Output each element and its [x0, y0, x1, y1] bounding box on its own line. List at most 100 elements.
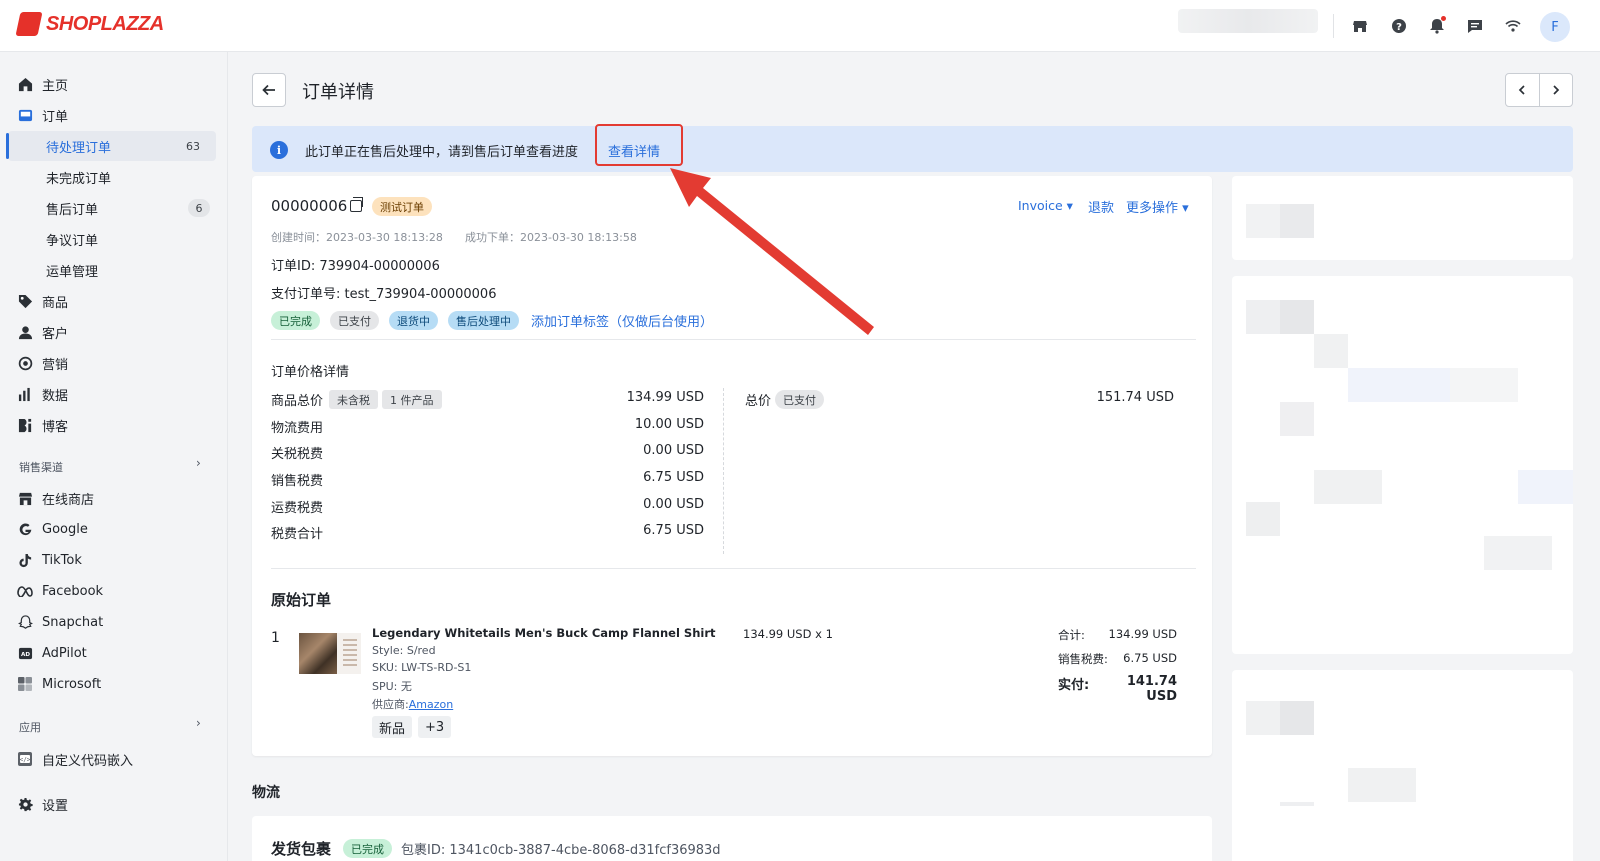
sidebar-item-label: 数据 [42, 388, 69, 404]
prev-order-button[interactable] [1506, 74, 1539, 106]
blur-tile [1484, 536, 1552, 570]
product-tag-chip: 新品 [372, 716, 413, 738]
add-order-tag-link[interactable]: 添加订单标签（仅做后台使用） [531, 311, 713, 330]
count-badge: 63 [186, 139, 200, 153]
more-actions-dropdown[interactable]: 更多操作 ▾ [1126, 197, 1189, 216]
section-title-apps: 应用 [19, 721, 41, 734]
price-label: 运费税费 [271, 501, 324, 516]
package-title: 发货包裹 [271, 840, 332, 858]
bell-icon[interactable] [1427, 16, 1447, 36]
brand-logo[interactable]: SHOPLAZZA [15, 12, 164, 36]
original-order-title: 原始订单 [271, 591, 332, 609]
store-icon[interactable] [1350, 16, 1370, 36]
sidebar-item-microsoft[interactable]: Microsoft [0, 669, 228, 699]
sidebar-item-online-store[interactable]: 在线商店 [0, 483, 228, 513]
sidebar-item-unfinished-orders[interactable]: 未完成订单 [0, 162, 228, 192]
blurred-store-name [1178, 9, 1318, 33]
home-icon [17, 76, 33, 92]
copy-icon[interactable] [350, 197, 363, 212]
help-icon[interactable]: ? [1389, 16, 1409, 36]
sidebar-item-blog[interactable]: 博客 [0, 410, 228, 440]
unit-price: 134.99 USD x 1 [743, 627, 833, 641]
sidebar-item-aftersale-orders[interactable]: 售后订单 6 [0, 193, 228, 223]
price-label: 物流费用 [271, 421, 324, 436]
sidebar-item-home[interactable]: 主页 [0, 69, 228, 99]
sidebar-item-pending-orders[interactable]: 待处理订单 63 [6, 131, 216, 161]
blur-tile [1314, 470, 1382, 504]
sidebar-item-label: 商品 [42, 295, 69, 311]
tax-excluded-badge: 未含税 [329, 390, 378, 409]
blur-tile [1450, 368, 1518, 402]
next-order-button[interactable] [1538, 74, 1572, 106]
price-label: 关税税费 [271, 447, 324, 462]
sidebar-item-facebook[interactable]: Facebook [0, 576, 228, 606]
sidebar-item-orders[interactable]: 订单 [0, 100, 228, 130]
sidebar-item-marketing[interactable]: 营销 [0, 348, 228, 378]
subtotal-value: 134.99 USD [1108, 627, 1177, 641]
sidebar-item-products[interactable]: 商品 [0, 286, 228, 316]
refund-button[interactable]: 退款 [1088, 197, 1114, 216]
paid-value: 141.74 USD [1126, 674, 1177, 704]
status-badge-returning: 退货中 [389, 311, 438, 330]
total-value: 151.74 USD [1096, 390, 1174, 405]
item-count-badge: 1 件产品 [382, 390, 442, 409]
blur-tile [1280, 402, 1314, 436]
message-icon[interactable] [1465, 16, 1485, 36]
package-id: 包裹ID: 1341c0cb-3887-4cbe-8068-d31fcf3698… [401, 843, 721, 858]
column-divider [723, 388, 724, 554]
wifi-icon[interactable] [1503, 16, 1523, 36]
count-badge: 6 [188, 199, 210, 217]
sidebar-item-settings[interactable]: 设置 [0, 789, 228, 819]
logistics-title: 物流 [252, 785, 280, 801]
brand-name: SHOPLAZZA [46, 12, 164, 35]
blur-tile [1348, 768, 1416, 802]
chevron-right-icon[interactable]: › [196, 716, 201, 730]
section-title-sales-channels: 销售渠道 [19, 461, 63, 474]
sidebar-item-analytics[interactable]: 数据 [0, 379, 228, 409]
sidebar-item-dispute-orders[interactable]: 争议订单 [0, 224, 228, 254]
product-thumbnail[interactable] [299, 633, 361, 674]
sidebar-item-tiktok[interactable]: TikTok [0, 545, 228, 575]
page-title: 订单详情 [302, 82, 374, 103]
package-status-badge: 已完成 [343, 839, 392, 858]
total-label: 总价 [745, 394, 772, 409]
sidebar-item-custom-code[interactable]: </> 自定义代码嵌入 [0, 744, 228, 774]
avatar[interactable]: F [1540, 12, 1570, 42]
sidebar-item-label: 主页 [42, 78, 69, 94]
chevron-right-icon[interactable]: › [196, 456, 201, 470]
notification-dot [1441, 16, 1446, 21]
sidebar-item-label: 订单 [42, 109, 69, 125]
order-id: 订单ID: 739904-00000006 [271, 259, 440, 274]
product-style: Style: S/red [372, 644, 436, 657]
blur-tile [1280, 300, 1314, 334]
sidebar-item-adpilot[interactable]: AD AdPilot [0, 638, 228, 668]
product-spu: SPU: 无 [372, 680, 412, 693]
more-tags-chip[interactable]: +3 [418, 716, 452, 738]
created-time: 创建时间：2023-03-30 18:13:28 [271, 231, 443, 244]
active-indicator [6, 133, 9, 159]
sidebar-item-snapchat[interactable]: Snapchat [0, 607, 228, 637]
sidebar-item-google[interactable]: Google [0, 514, 228, 544]
sidebar-item-customers[interactable]: 客户 [0, 317, 228, 347]
divider [271, 339, 1196, 340]
product-name[interactable]: Legendary Whitetails Men's Buck Camp Fla… [372, 626, 716, 640]
windows-icon [17, 676, 33, 692]
person-icon [17, 324, 33, 340]
status-badge-aftersale: 售后处理中 [448, 311, 519, 330]
blur-tile [1246, 204, 1280, 238]
blog-icon [17, 417, 33, 433]
chevron-right-icon [1553, 85, 1560, 95]
inbox-icon [17, 107, 33, 123]
chevron-left-icon [1519, 85, 1526, 95]
arrow-left-icon [262, 84, 275, 96]
blur-tile [1348, 368, 1450, 402]
status-badge-paid: 已支付 [330, 311, 379, 330]
price-details-title: 订单价格详情 [271, 365, 350, 380]
supplier-link[interactable]: Amazon [409, 698, 453, 711]
invoice-dropdown[interactable]: Invoice ▾ [1018, 198, 1073, 213]
annotation-highlight-box [595, 124, 683, 166]
code-icon: </> [17, 751, 33, 767]
blur-tile [1246, 300, 1280, 334]
sidebar-item-waybill[interactable]: 运单管理 [0, 255, 228, 285]
back-button[interactable] [252, 73, 286, 107]
